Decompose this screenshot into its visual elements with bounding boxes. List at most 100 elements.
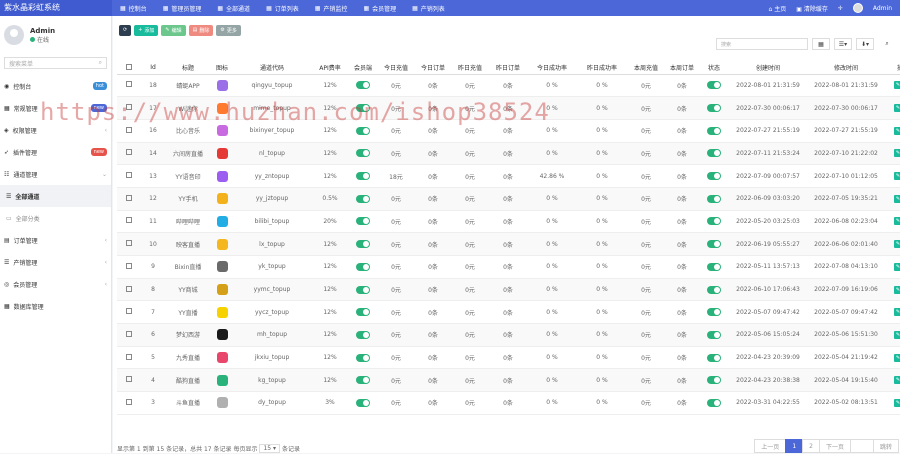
toggle-switch[interactable] bbox=[356, 353, 370, 362]
sidebar-item[interactable]: ▭ 全部分类 bbox=[0, 207, 111, 229]
topnav-item[interactable]: ▦ 管理员管理 bbox=[155, 0, 210, 16]
edit-icon[interactable]: ✎ bbox=[894, 149, 900, 158]
column-header[interactable]: 本周充值 bbox=[627, 62, 665, 75]
row-checkbox[interactable] bbox=[126, 172, 132, 179]
toggle-switch[interactable] bbox=[356, 240, 370, 249]
prev-page-button[interactable]: 上一页 bbox=[754, 439, 787, 453]
row-checkbox[interactable] bbox=[126, 398, 132, 405]
page-2-button[interactable]: 2 bbox=[802, 439, 820, 453]
edit-icon[interactable]: ✎ bbox=[894, 285, 900, 294]
edit-icon[interactable]: ✎ bbox=[894, 330, 900, 339]
column-header[interactable]: 昨日订单 bbox=[489, 62, 527, 75]
toggle-switch[interactable] bbox=[707, 262, 721, 271]
edit-icon[interactable]: ✎ bbox=[894, 262, 900, 271]
topnav-item[interactable]: ▦ 控制台 bbox=[112, 0, 155, 16]
edit-icon[interactable]: ✎ bbox=[894, 194, 900, 203]
sidebar-item[interactable]: ▦ 数据库管理 bbox=[0, 295, 111, 317]
column-header[interactable]: 昨日充值 bbox=[451, 62, 489, 75]
row-checkbox[interactable] bbox=[126, 217, 132, 224]
row-checkbox[interactable] bbox=[126, 353, 132, 360]
row-checkbox[interactable] bbox=[126, 285, 132, 292]
search-toggle-icon[interactable]: ⌕ bbox=[878, 38, 896, 50]
toggle-switch[interactable] bbox=[356, 398, 370, 407]
column-header[interactable] bbox=[117, 62, 141, 75]
avatar[interactable] bbox=[852, 3, 863, 13]
toggle-switch[interactable] bbox=[707, 194, 721, 203]
delete-button[interactable]: ▤ 删除 bbox=[188, 24, 214, 36]
sidebar-item[interactable]: ☰ 全部通道 bbox=[0, 185, 111, 207]
add-button[interactable]: + 添加 bbox=[134, 24, 159, 36]
select-all-checkbox[interactable] bbox=[126, 63, 132, 70]
column-header[interactable]: 修改时间 bbox=[807, 62, 885, 75]
menu-search-input[interactable]: 搜索菜单 ⌕ bbox=[4, 57, 107, 69]
home-link[interactable]: ⌂ 主页 bbox=[769, 4, 787, 13]
toggle-switch[interactable] bbox=[707, 285, 721, 294]
toggle-switch[interactable] bbox=[356, 308, 370, 317]
row-checkbox[interactable] bbox=[126, 376, 132, 383]
page-size-select[interactable]: 15 ▾ bbox=[259, 443, 281, 453]
sidebar-item[interactable]: ◉ 控制台 hot bbox=[0, 75, 111, 97]
fullscreen-icon[interactable]: ✛ bbox=[838, 5, 843, 12]
column-header[interactable]: 会员端 bbox=[349, 62, 377, 75]
topnav-item[interactable]: ▦ 产销监控 bbox=[307, 0, 356, 16]
column-header[interactable]: Id bbox=[141, 62, 165, 75]
table-search-input[interactable]: 搜索 bbox=[716, 38, 808, 50]
column-header[interactable]: 标题 bbox=[165, 62, 211, 75]
toggle-switch[interactable] bbox=[356, 285, 370, 294]
edit-icon[interactable]: ✎ bbox=[894, 240, 900, 249]
clear-cache-link[interactable]: ▣ 清除缓存 bbox=[796, 4, 828, 13]
row-checkbox[interactable] bbox=[126, 194, 132, 201]
admin-label[interactable]: Admin bbox=[873, 5, 892, 12]
column-header[interactable]: 通道代码 bbox=[233, 62, 311, 75]
toggle-switch[interactable] bbox=[707, 104, 721, 113]
page-1-button[interactable]: 1 bbox=[785, 439, 804, 453]
toggle-switch[interactable] bbox=[707, 376, 721, 385]
more-button[interactable]: ⚙ 更多 bbox=[216, 24, 241, 36]
row-checkbox[interactable] bbox=[126, 126, 132, 133]
edit-icon[interactable]: ✎ bbox=[894, 376, 900, 385]
column-header[interactable]: 本周订单 bbox=[665, 62, 699, 75]
sidebar-item[interactable]: ▤ 订单管理 ‹ bbox=[0, 229, 111, 251]
toggle-switch[interactable] bbox=[707, 81, 721, 90]
column-header[interactable]: 今日订单 bbox=[415, 62, 451, 75]
toggle-switch[interactable] bbox=[707, 398, 721, 407]
column-header[interactable]: API费率 bbox=[311, 62, 349, 75]
row-checkbox[interactable] bbox=[126, 149, 132, 156]
column-header[interactable]: 状态 bbox=[699, 62, 729, 75]
toggle-switch[interactable] bbox=[356, 172, 370, 181]
toggle-switch[interactable] bbox=[356, 376, 370, 385]
topnav-item[interactable]: ▦ 会员管理 bbox=[355, 0, 404, 16]
edit-icon[interactable]: ✎ bbox=[894, 172, 900, 181]
toggle-switch[interactable] bbox=[356, 262, 370, 271]
row-checkbox[interactable] bbox=[126, 81, 132, 88]
row-checkbox[interactable] bbox=[126, 262, 132, 269]
edit-icon[interactable]: ✎ bbox=[894, 353, 900, 362]
toggle-switch[interactable] bbox=[356, 81, 370, 90]
toggle-switch[interactable] bbox=[707, 240, 721, 249]
sidebar-item[interactable]: ☷ 通道管理 ⌄ bbox=[0, 163, 111, 185]
column-header[interactable]: 创建时间 bbox=[729, 62, 807, 75]
edit-icon[interactable]: ✎ bbox=[894, 104, 900, 113]
columns-icon[interactable]: ☰▾ bbox=[834, 38, 852, 50]
toggle-switch[interactable] bbox=[707, 308, 721, 317]
column-header[interactable]: 昨日成功率 bbox=[577, 62, 627, 75]
export-icon[interactable]: ⬇▾ bbox=[856, 38, 874, 50]
app-logo[interactable]: 紫水晶彩虹系统 bbox=[0, 0, 112, 16]
toggle-switch[interactable] bbox=[707, 330, 721, 339]
sidebar-item[interactable]: ➶ 插件管理 new bbox=[0, 141, 111, 163]
toggle-switch[interactable] bbox=[707, 172, 721, 181]
toggle-view-icon[interactable]: ▦ bbox=[812, 38, 830, 50]
column-header[interactable]: 图标 bbox=[211, 62, 233, 75]
toggle-switch[interactable] bbox=[707, 149, 721, 158]
toggle-switch[interactable] bbox=[356, 330, 370, 339]
sidebar-item[interactable]: ◎ 会员管理 ‹ bbox=[0, 273, 111, 295]
row-checkbox[interactable] bbox=[126, 308, 132, 315]
topnav-item[interactable]: ▦ 订单列表 bbox=[258, 0, 307, 16]
row-checkbox[interactable] bbox=[126, 330, 132, 337]
sidebar-item[interactable]: ☰ 产销管理 ‹ bbox=[0, 251, 111, 273]
page-jump-input[interactable] bbox=[849, 439, 874, 453]
column-header[interactable]: 今日充值 bbox=[377, 62, 415, 75]
toggle-switch[interactable] bbox=[356, 149, 370, 158]
edit-icon[interactable]: ✎ bbox=[894, 126, 900, 135]
edit-icon[interactable]: ✎ bbox=[894, 81, 900, 90]
